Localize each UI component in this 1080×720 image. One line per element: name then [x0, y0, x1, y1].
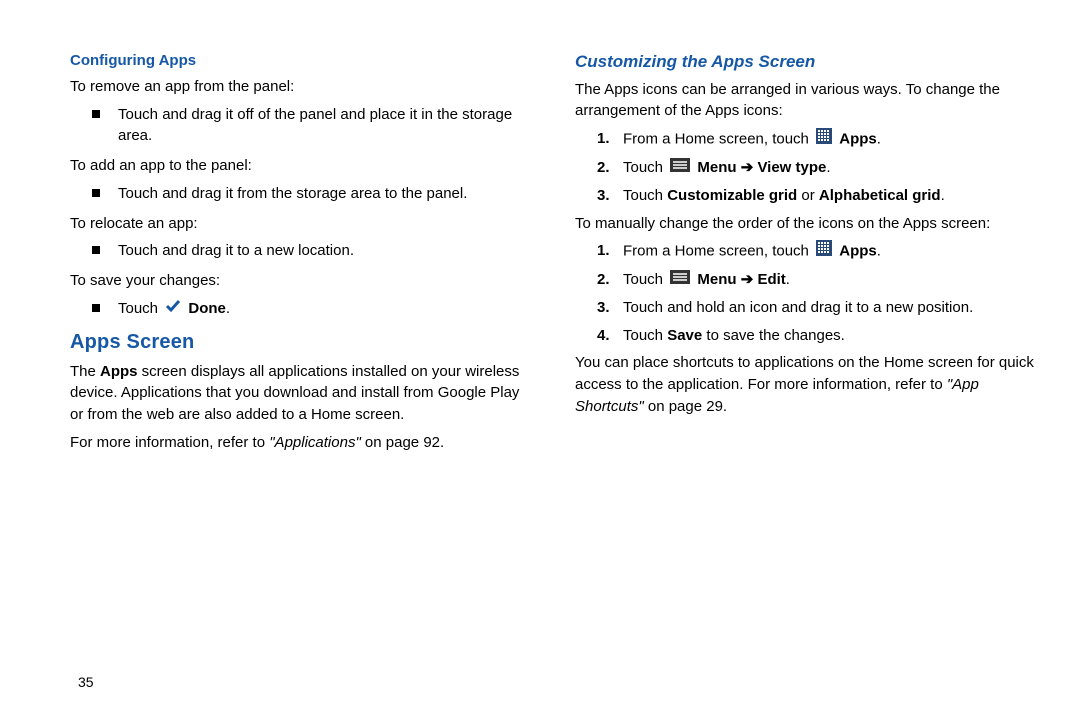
- step-number: 1.: [597, 128, 613, 150]
- bullet-remove-text: Touch and drag it off of the panel and p…: [118, 104, 535, 148]
- heading-apps-screen: Apps Screen: [70, 328, 535, 357]
- mstep-2: 2. Touch Menu ➔ Edit.: [597, 269, 1040, 291]
- square-bullet-icon: [92, 110, 100, 118]
- step-number: 2.: [597, 157, 613, 179]
- step-2: 2. Touch Menu ➔ View type.: [597, 157, 1040, 179]
- text-add-intro: To add an app to the panel:: [70, 155, 535, 177]
- menu-icon: [670, 269, 690, 291]
- t: Customizable grid: [667, 187, 797, 204]
- mstep-4: 4. Touch Save to save the changes.: [597, 325, 1040, 347]
- bullet-relocate: Touch and drag it to a new location.: [92, 240, 535, 262]
- t: "Applications": [269, 434, 361, 451]
- bullet-save-text: Touch Done.: [118, 298, 230, 320]
- bullet-remove: Touch and drag it off of the panel and p…: [92, 104, 535, 148]
- checkmark-icon: [165, 298, 181, 320]
- text-done: Done: [188, 300, 226, 317]
- step-number: 3.: [597, 297, 613, 319]
- text-apps-desc: The Apps screen displays all application…: [70, 361, 535, 426]
- text-manual-intro: To manually change the order of the icon…: [575, 213, 1040, 235]
- left-column: Configuring Apps To remove an app from t…: [70, 50, 535, 700]
- t: From a Home screen, touch: [623, 130, 813, 147]
- step-text: Touch Menu ➔ View type.: [623, 157, 831, 179]
- text-shortcuts-ref: You can place shortcuts to applications …: [575, 352, 1040, 417]
- t: Touch: [623, 271, 667, 288]
- t: Apps: [100, 363, 138, 380]
- step-number: 2.: [597, 269, 613, 291]
- bullet-add: Touch and drag it from the storage area …: [92, 183, 535, 205]
- t: The: [70, 363, 100, 380]
- text-arrange-intro: The Apps icons can be arranged in variou…: [575, 79, 1040, 123]
- t: Touch: [623, 159, 667, 176]
- text-touch: Touch: [118, 300, 162, 317]
- menu-icon: [670, 157, 690, 179]
- t: Touch: [623, 327, 667, 344]
- t: on page 29.: [644, 398, 727, 415]
- t: Touch: [623, 187, 667, 204]
- t: .: [877, 130, 881, 147]
- step-text: From a Home screen, touch Apps.: [623, 128, 881, 151]
- t: to save the changes.: [702, 327, 845, 344]
- heading-customizing: Customizing the Apps Screen: [575, 50, 1040, 75]
- text-save-intro: To save your changes:: [70, 270, 535, 292]
- t: Menu ➔ Edit: [697, 271, 785, 288]
- step-3: 3. Touch Customizable grid or Alphabetic…: [597, 185, 1040, 207]
- square-bullet-icon: [92, 189, 100, 197]
- mstep-1: 1. From a Home screen, touch Apps.: [597, 240, 1040, 263]
- t: For more information, refer to: [70, 434, 269, 451]
- text-relocate-intro: To relocate an app:: [70, 213, 535, 235]
- step-text: Touch and hold an icon and drag it to a …: [623, 297, 973, 319]
- apps-grid-icon: [816, 240, 832, 263]
- step-text: Touch Save to save the changes.: [623, 325, 845, 347]
- step-text: Touch Customizable grid or Alphabetical …: [623, 185, 945, 207]
- step-number: 4.: [597, 325, 613, 347]
- step-number: 3.: [597, 185, 613, 207]
- bullet-save: Touch Done.: [92, 298, 535, 320]
- t: .: [786, 271, 790, 288]
- right-column: Customizing the Apps Screen The Apps ico…: [575, 50, 1040, 700]
- t: From a Home screen, touch: [623, 243, 813, 260]
- t: .: [826, 159, 830, 176]
- t: Save: [667, 327, 702, 344]
- text-remove-intro: To remove an app from the panel:: [70, 76, 535, 98]
- text-apps-ref: For more information, refer to "Applicat…: [70, 432, 535, 454]
- t: Apps: [839, 130, 877, 147]
- t: Apps: [839, 243, 877, 260]
- square-bullet-icon: [92, 246, 100, 254]
- mstep-3: 3. Touch and hold an icon and drag it to…: [597, 297, 1040, 319]
- heading-configuring-apps: Configuring Apps: [70, 50, 535, 72]
- step-1: 1. From a Home screen, touch Apps.: [597, 128, 1040, 151]
- step-text: From a Home screen, touch Apps.: [623, 240, 881, 263]
- bullet-relocate-text: Touch and drag it to a new location.: [118, 240, 354, 262]
- t: .: [877, 243, 881, 260]
- step-number: 1.: [597, 240, 613, 262]
- t: or: [797, 187, 819, 204]
- t: screen displays all applications install…: [70, 363, 519, 424]
- t: on page 92.: [361, 434, 444, 451]
- t: Menu ➔ View type: [697, 159, 826, 176]
- t: Alphabetical grid: [819, 187, 941, 204]
- step-text: Touch Menu ➔ Edit.: [623, 269, 790, 291]
- page-number: 35: [78, 674, 94, 690]
- square-bullet-icon: [92, 304, 100, 312]
- t: .: [941, 187, 945, 204]
- bullet-add-text: Touch and drag it from the storage area …: [118, 183, 467, 205]
- apps-grid-icon: [816, 128, 832, 151]
